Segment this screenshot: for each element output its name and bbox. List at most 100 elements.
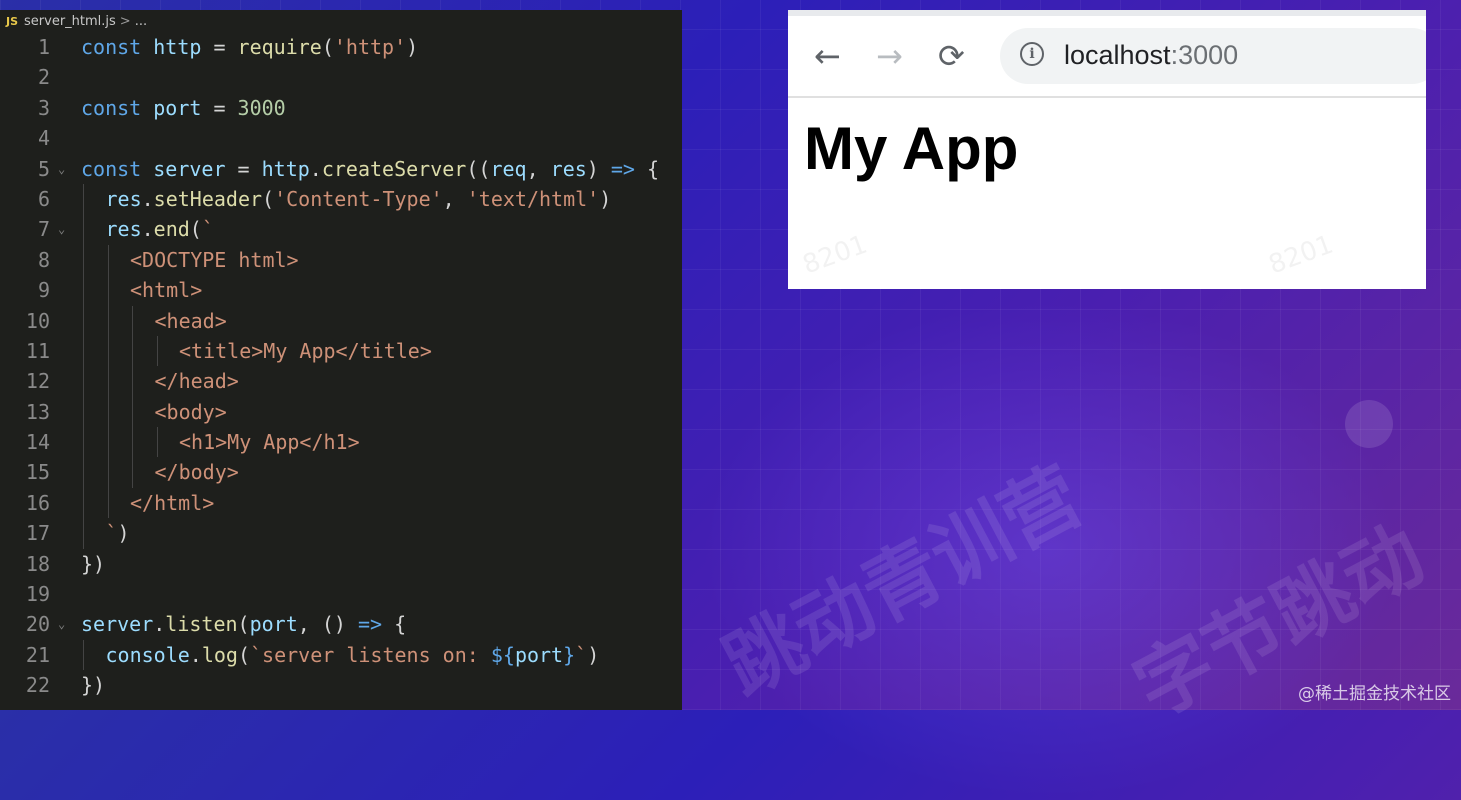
code-token: 'text/html' (466, 186, 600, 211)
code-text: `) (106, 518, 130, 548)
code-text: <body> (155, 397, 227, 427)
indent-guide (156, 335, 158, 367)
fold-chevron-icon[interactable]: ⌄ (58, 609, 65, 639)
indent-guide (132, 305, 133, 336)
indent-guide (83, 335, 84, 367)
indent-guide (107, 335, 109, 367)
indent-guide (132, 366, 133, 397)
code-token: http (261, 156, 310, 181)
line-number: 10 (25, 308, 50, 333)
code-line[interactable]: 6 res.setHeader('Content-Type', 'text/htm… (0, 183, 682, 215)
line-number: 6 (37, 186, 50, 211)
line-number: 9 (37, 278, 50, 303)
code-line[interactable]: 9 <html> (0, 275, 682, 306)
line-number: 5 (37, 156, 50, 181)
code-line[interactable]: 4 (0, 123, 682, 153)
code-token: const (81, 35, 154, 59)
page-heading: My App (804, 115, 1019, 182)
code-token: ) (406, 35, 419, 59)
code-token: ) (117, 521, 130, 546)
code-token: ${ (490, 642, 515, 667)
code-line[interactable]: 14 <h1>My App</h1> (0, 427, 682, 458)
code-line[interactable]: 17 `) (0, 518, 682, 549)
code-editor[interactable]: JS server_html.js > ... 1 const http = re… (0, 10, 682, 710)
code-token: http (153, 35, 202, 59)
code-line[interactable]: 5 ⌄ const server = http.createServer((req,… (0, 154, 682, 184)
code-line[interactable]: 19 (0, 579, 682, 609)
code-line[interactable]: 3 const port = 3000 (0, 93, 682, 123)
code-token: ( (321, 35, 334, 59)
code-text: </html> (130, 488, 214, 518)
code-token: <h1>My App</h1> (179, 430, 360, 455)
code-token: <head> (154, 308, 227, 333)
indent-guide (132, 457, 133, 488)
address-bar[interactable]: i localhost:3000 (1000, 28, 1426, 84)
arrow-right-icon[interactable]: → (876, 36, 903, 76)
code-token: port (153, 95, 202, 120)
fold-chevron-icon[interactable]: ⌄ (58, 214, 65, 244)
reload-icon[interactable]: ⟳ (938, 36, 965, 76)
browser-watermark: 8201 (798, 229, 872, 281)
code-line[interactable]: 8 <DOCTYPE html> (0, 244, 682, 276)
code-line[interactable]: 12 </head> (0, 366, 682, 397)
code-token: { (634, 156, 660, 181)
breadcrumb-separator: > (119, 13, 131, 29)
code-text: res.end(` (106, 214, 214, 244)
indent-guide (83, 305, 84, 336)
code-token: = (201, 35, 238, 59)
code-token: }) (81, 673, 106, 698)
line-number: 2 (37, 65, 50, 90)
indent-guide (83, 639, 84, 671)
code-token: . (309, 156, 322, 181)
code-line[interactable]: 10 <head> (0, 305, 682, 336)
code-token: ) (587, 642, 600, 667)
code-token: server (81, 612, 154, 637)
code-token: . (189, 642, 202, 667)
code-text: const port = 3000 (81, 93, 286, 123)
code-line[interactable]: 15 </body> (0, 457, 682, 488)
code-token: res (105, 217, 142, 242)
code-token: => (610, 156, 635, 181)
line-number: 13 (25, 399, 50, 424)
indent-guide (156, 427, 158, 458)
url-text[interactable]: localhost:3000 (1064, 40, 1238, 71)
code-token: </html> (130, 490, 215, 515)
code-token: ` (201, 217, 214, 242)
breadcrumb-file[interactable]: server_html.js (24, 14, 116, 29)
code-line[interactable]: 22}) (0, 670, 682, 700)
line-number: 17 (25, 521, 50, 546)
breadcrumb-more[interactable]: ... (135, 14, 147, 29)
credit-text: @稀土掘金技术社区 (1298, 684, 1451, 704)
code-token: const (81, 156, 154, 181)
breadcrumb: JS server_html.js > ... (0, 10, 682, 32)
line-number: 8 (37, 247, 50, 272)
code-token: ( (189, 217, 202, 242)
line-number: 14 (25, 430, 50, 455)
code-line[interactable]: 2 (0, 62, 682, 92)
line-number: 7 (37, 217, 50, 242)
indent-guide (107, 396, 109, 428)
code-token: ` (105, 521, 118, 546)
code-line[interactable]: 1 const http = require('http') (0, 32, 682, 62)
code-line[interactable]: 13 <body> (0, 396, 682, 428)
code-token: end (153, 217, 190, 242)
code-token: log (201, 642, 238, 667)
info-icon[interactable]: i (1020, 42, 1044, 66)
code-line[interactable]: 21 console.log(`server listens on: ${port… (0, 639, 682, 671)
arrow-left-icon[interactable]: ← (814, 36, 841, 76)
line-number: 4 (37, 126, 50, 151)
code-token: 'Content-Type' (274, 186, 443, 211)
code-text: }) (81, 549, 105, 579)
code-token: => (357, 612, 383, 637)
code-line[interactable]: 7 ⌄ res.end(` (0, 214, 682, 245)
line-number: 11 (25, 338, 50, 363)
code-text: }) (81, 670, 105, 700)
code-line[interactable]: 20 ⌄ server.listen(port, () => { (0, 609, 682, 639)
code-line[interactable]: 18}) (0, 549, 682, 579)
code-token: . (141, 217, 154, 242)
code-token: <DOCTYPE html> (130, 247, 299, 272)
code-line[interactable]: 11 <title>My App</title> (0, 335, 682, 367)
code-text: <head> (155, 306, 227, 336)
code-line[interactable]: 16 </html> (0, 487, 682, 519)
fold-chevron-icon[interactable]: ⌄ (58, 154, 65, 184)
